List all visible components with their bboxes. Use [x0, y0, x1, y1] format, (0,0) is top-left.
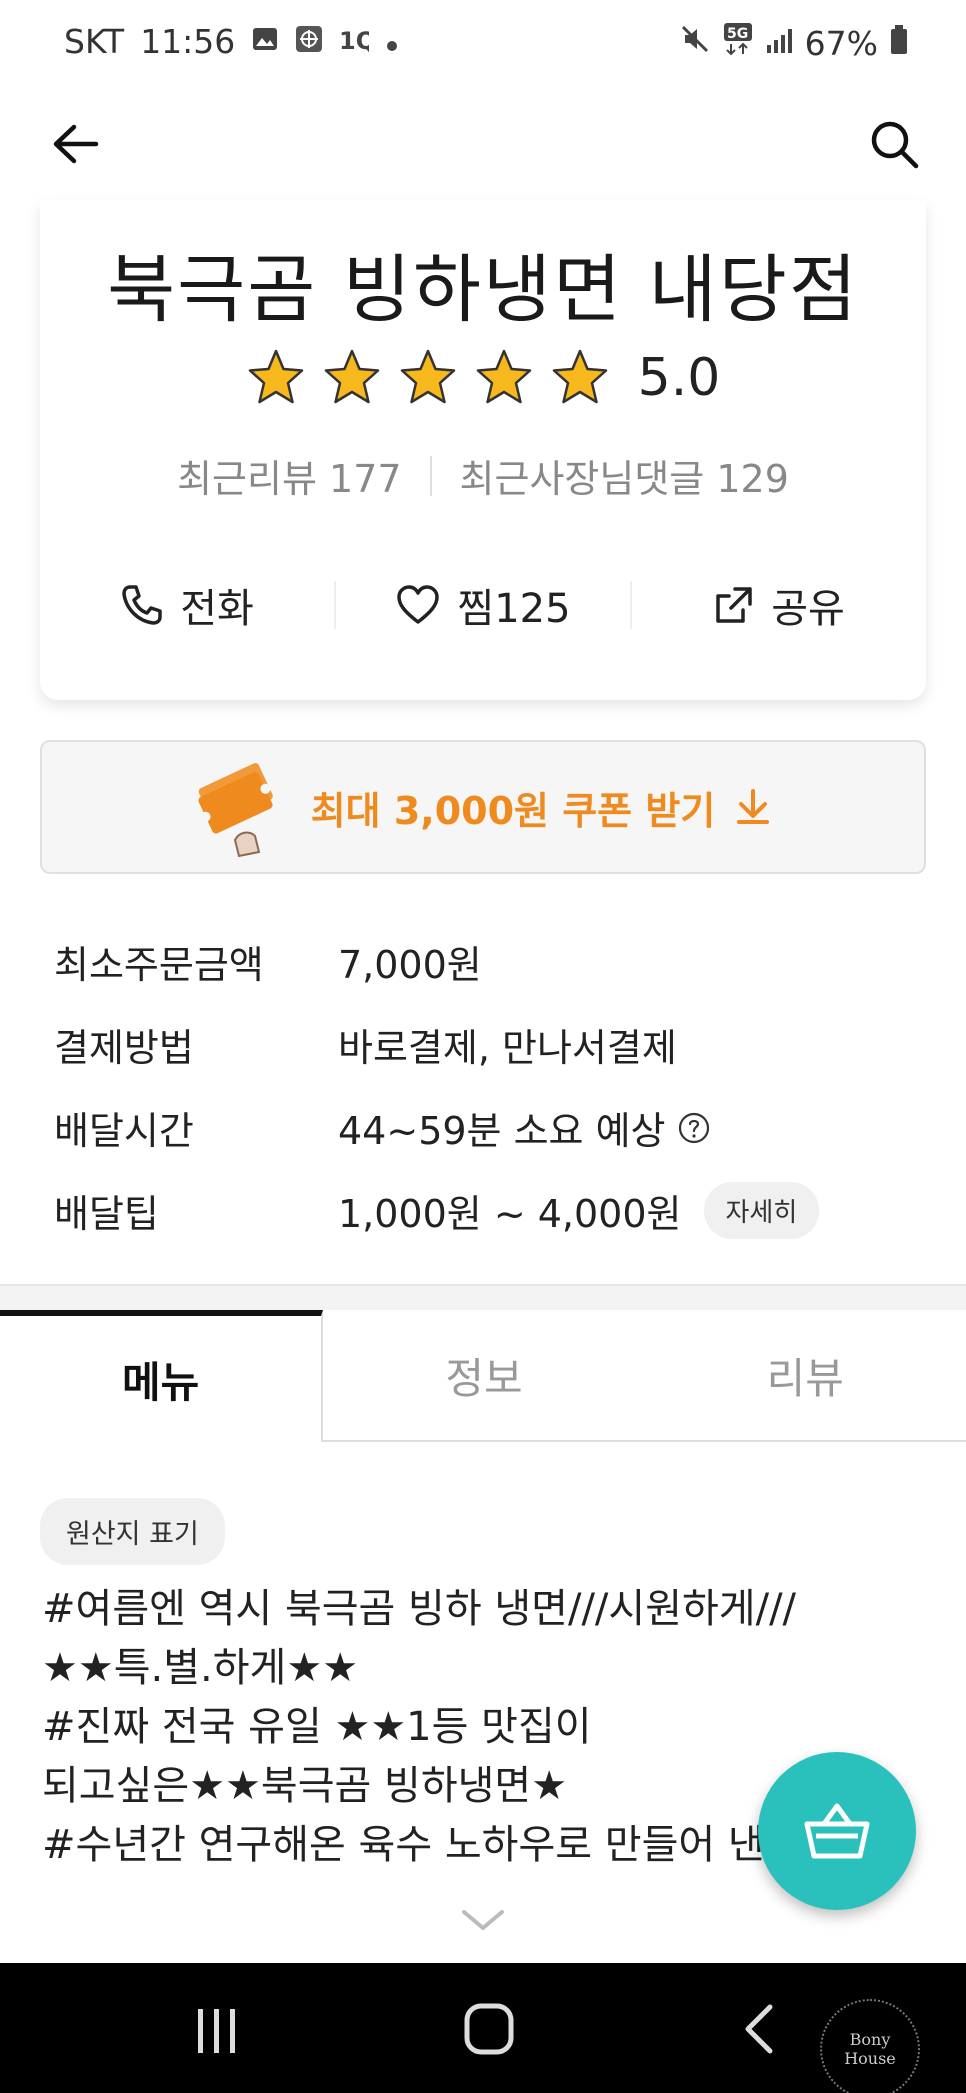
- app-bar: [0, 100, 966, 186]
- recent-reviews-link[interactable]: 최근리뷰 177: [177, 448, 401, 503]
- svg-text:1Q: 1Q: [339, 27, 369, 53]
- battery-icon: [890, 24, 908, 63]
- coupon-text: 최대 3,000원 쿠폰 받기: [310, 788, 716, 833]
- info-value: 7,000원: [338, 943, 482, 987]
- info-label: 최소주문금액: [54, 943, 264, 987]
- info-label: 결제방법: [54, 1026, 194, 1070]
- store-name: 북극곰 빙하냉면 내당점: [107, 247, 859, 333]
- info-label: 배달시간: [54, 1109, 194, 1153]
- origin-label-button[interactable]: 원산지 표기: [40, 1498, 225, 1565]
- home-icon: [464, 2003, 514, 2055]
- coupon-banner[interactable]: 최대 3,000원 쿠폰 받기: [40, 740, 926, 874]
- recent-apps-button[interactable]: [194, 2007, 240, 2059]
- back-button[interactable]: [44, 112, 108, 176]
- gallery-icon: [251, 22, 279, 61]
- battery-percent: 67%: [804, 23, 878, 63]
- chevron-down-icon[interactable]: [458, 1904, 508, 1936]
- star-icon: [552, 349, 607, 404]
- share-icon: [716, 587, 752, 623]
- home-button[interactable]: [464, 2003, 514, 2059]
- carrier-label: SKT: [64, 22, 125, 61]
- vpn-icon: [295, 22, 323, 61]
- search-icon: [871, 121, 919, 169]
- info-label: 배달팁: [54, 1192, 159, 1236]
- recents-icon: [198, 2009, 235, 2053]
- description-line: #여름엔 역시 북극곰 빙하 냉면///시원하게///: [42, 1586, 797, 1632]
- rating-row: 5.0: [40, 348, 926, 408]
- chevron-left-icon: [745, 2004, 773, 2054]
- info-value: 바로결제, 만나서결제: [338, 1026, 677, 1070]
- share-button[interactable]: 공유: [632, 576, 926, 634]
- call-label: 전화: [180, 586, 254, 632]
- info-value: 44~59분 소요 예상: [338, 1109, 666, 1153]
- details-button[interactable]: 자세히: [703, 1182, 820, 1239]
- section-divider: [0, 1284, 966, 1310]
- heart-icon: [397, 585, 440, 624]
- phone-icon: [122, 585, 162, 625]
- description-line: ★★특.별.하게★★: [42, 1645, 359, 1691]
- basket-icon: [804, 1803, 870, 1859]
- tab-menu[interactable]: 메뉴: [0, 1310, 324, 1442]
- tab-info[interactable]: 정보: [323, 1310, 644, 1440]
- action-row: 전화 찜125 공유: [40, 570, 926, 640]
- tab-reviews[interactable]: 리뷰: [645, 1310, 966, 1440]
- share-label: 공유: [771, 586, 845, 632]
- call-button[interactable]: 전화: [40, 576, 334, 634]
- info-value: 1,000원 ~ 4,000원: [338, 1192, 682, 1236]
- cart-button[interactable]: [758, 1752, 916, 1910]
- star-icon: [324, 349, 379, 404]
- arrow-left-icon: [53, 124, 99, 164]
- description-line: #진짜 전국 유일 ★★1등 맛집이: [42, 1704, 592, 1750]
- owner-replies-link[interactable]: 최근사장님댓글 129: [460, 448, 789, 503]
- mute-icon: [679, 23, 711, 63]
- store-info: 최소주문금액 7,000원 결제방법 바로결제, 만나서결제 배달시간 44~5…: [54, 920, 914, 1252]
- network-5g-label: 5G: [727, 26, 748, 42]
- info-row-delivery-time: 배달시간 44~59분 소요 예상: [54, 1086, 914, 1169]
- divider: [429, 455, 432, 496]
- info-row-delivery-tip: 배달팁 1,000원 ~ 4,000원 자세히: [54, 1169, 914, 1252]
- info-row-payment: 결제방법 바로결제, 만나서결제: [54, 1003, 914, 1086]
- network-5g-icon: 5G: [723, 22, 753, 64]
- store-card: 북극곰 빙하냉면 내당점 5.0 최근리뷰 177 최근사장님댓글 129 전화…: [40, 200, 926, 700]
- dot-icon: [385, 22, 399, 61]
- star-icon: [400, 349, 455, 404]
- tab-bar: 메뉴 정보 리뷰: [0, 1310, 966, 1442]
- system-nav-bar: Bony House: [0, 1963, 966, 2093]
- app-notification-icon: 1Q: [339, 22, 376, 61]
- like-button[interactable]: 찜125: [336, 576, 630, 634]
- question-circle-icon[interactable]: [678, 1112, 710, 1144]
- signal-icon: [765, 24, 793, 63]
- like-label: 찜: [457, 586, 495, 632]
- like-count: 125: [494, 586, 571, 632]
- star-icon: [476, 349, 531, 404]
- watermark-logo: Bony House: [820, 1999, 920, 2093]
- clock: 11:56: [140, 22, 236, 61]
- rating-value: 5.0: [637, 348, 721, 408]
- review-stats: 최근리뷰 177 최근사장님댓글 129: [40, 448, 926, 503]
- search-button[interactable]: [862, 112, 926, 176]
- status-bar: SKT 11:56 1Q 5G 67%: [0, 0, 966, 86]
- info-row-min-order: 최소주문금액 7,000원: [54, 920, 914, 1003]
- nav-back-button[interactable]: [742, 2003, 776, 2059]
- star-icon: [248, 349, 303, 404]
- coupon-icon: [198, 763, 273, 858]
- download-icon: [737, 789, 770, 824]
